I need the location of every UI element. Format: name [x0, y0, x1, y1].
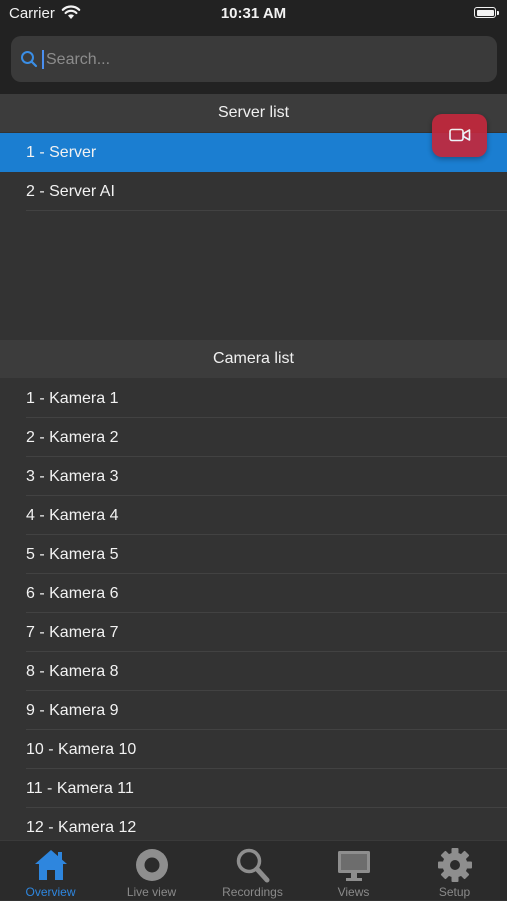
camera-row-label: 4 - Kamera 4	[26, 507, 119, 524]
camera-row[interactable]: 9 - Kamera 9	[0, 691, 507, 730]
camera-row-label: 3 - Kamera 3	[26, 468, 119, 485]
tab-views[interactable]: Views	[303, 841, 404, 901]
camera-row[interactable]: 8 - Kamera 8	[0, 652, 507, 691]
tab-label: Setup	[438, 885, 471, 899]
camera-row-label: 1 - Kamera 1	[26, 390, 119, 407]
camera-row-label: 11 - Kamera 11	[26, 780, 134, 797]
camera-action-button[interactable]	[432, 114, 487, 157]
tab-label: Views	[337, 885, 370, 899]
camera-list-header: Camera list	[0, 340, 507, 378]
search-icon	[21, 51, 38, 68]
camera-row[interactable]: 11 - Kamera 11	[0, 769, 507, 808]
search-input[interactable]	[44, 44, 478, 76]
battery-icon	[474, 7, 499, 18]
camera-row-label: 8 - Kamera 8	[26, 663, 119, 680]
server-list-header: Server list	[0, 94, 507, 132]
camera-row-label: 10 - Kamera 10	[26, 741, 137, 758]
search-field[interactable]	[11, 36, 497, 82]
video-camera-icon	[449, 128, 471, 142]
camera-row[interactable]: 4 - Kamera 4	[0, 496, 507, 535]
camera-row[interactable]: 1 - Kamera 1	[0, 379, 507, 418]
status-bar: Carrier 10:31 AM	[0, 0, 507, 28]
search-icon	[236, 848, 269, 883]
server-row-1[interactable]: 1 - Server	[0, 133, 507, 172]
server-row-label: 2 - Server AI	[26, 183, 115, 200]
camera-row[interactable]: 6 - Kamera 6	[0, 574, 507, 613]
camera-row-label: 5 - Kamera 5	[26, 546, 119, 563]
camera-row[interactable]: 7 - Kamera 7	[0, 613, 507, 652]
gear-icon	[437, 848, 472, 882]
tab-recordings[interactable]: Recordings	[202, 841, 303, 901]
monitor-icon	[337, 851, 370, 881]
camera-row-label: 6 - Kamera 6	[26, 585, 119, 602]
tab-overview[interactable]: Overview	[0, 841, 101, 901]
server-row-label: 1 - Server	[26, 144, 97, 161]
clock: 10:31 AM	[220, 5, 287, 22]
tab-live-view[interactable]: Live view	[101, 841, 202, 901]
camera-row[interactable]: 2 - Kamera 2	[0, 418, 507, 457]
record-icon	[135, 849, 168, 881]
server-row-2[interactable]: 2 - Server AI	[0, 172, 507, 211]
tab-setup[interactable]: Setup	[404, 841, 505, 901]
tab-bar: Overview Live view Recordings Views Setu…	[0, 840, 507, 900]
camera-row[interactable]: 5 - Kamera 5	[0, 535, 507, 574]
row-separator	[26, 210, 507, 211]
tab-label: Recordings	[222, 885, 283, 899]
tab-label: Overview	[25, 885, 76, 899]
search-bar	[0, 28, 507, 94]
tab-label: Live view	[126, 885, 177, 899]
camera-row-label: 7 - Kamera 7	[26, 624, 119, 641]
camera-row-label: 2 - Kamera 2	[26, 429, 119, 446]
camera-row-label: 9 - Kamera 9	[26, 702, 119, 719]
camera-row[interactable]: 3 - Kamera 3	[0, 457, 507, 496]
camera-row[interactable]: 10 - Kamera 10	[0, 730, 507, 769]
home-icon	[34, 850, 67, 880]
